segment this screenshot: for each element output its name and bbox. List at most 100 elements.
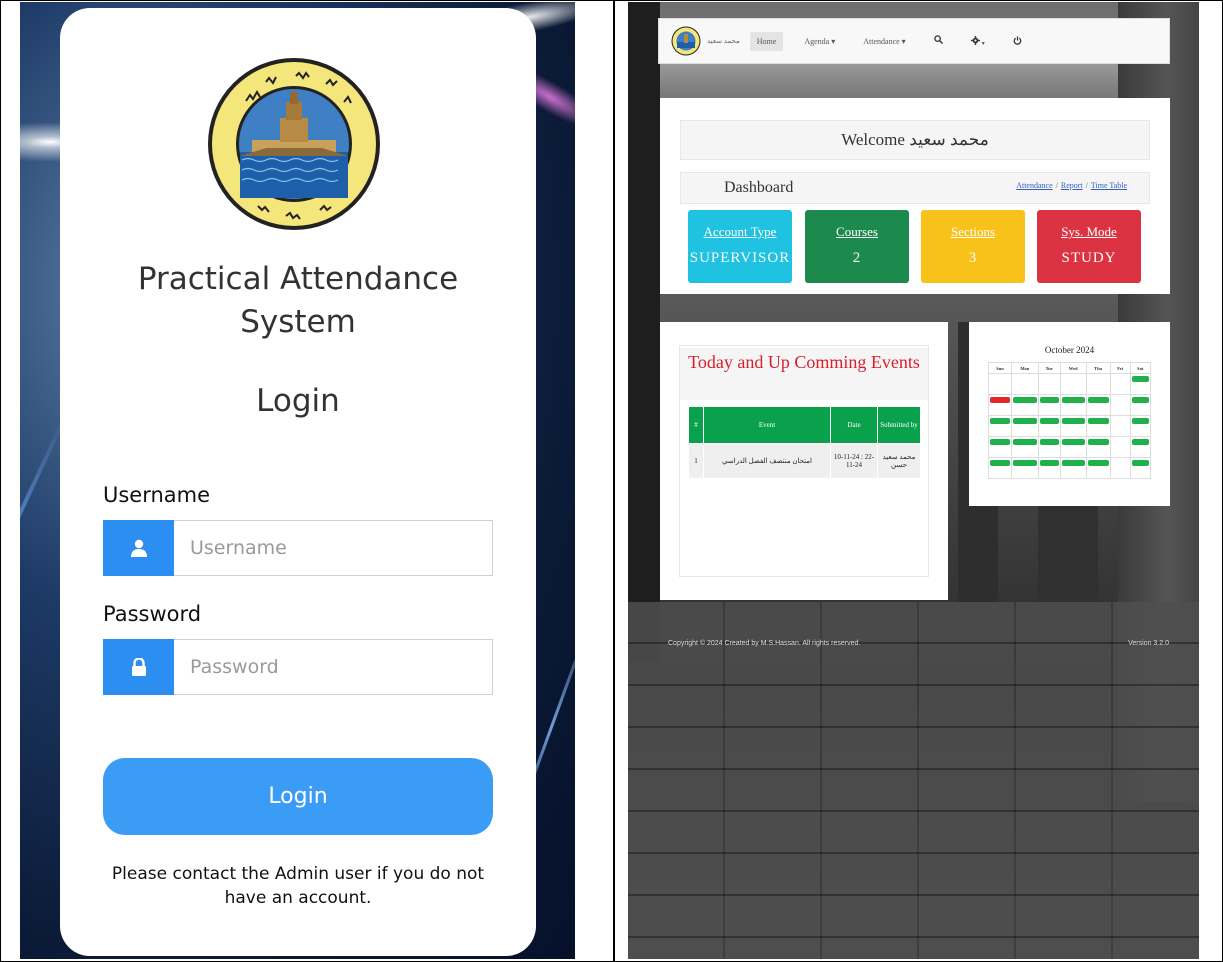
calendar-day[interactable] [1037, 373, 1061, 395]
nav-attendance[interactable]: Attendance ▾ [856, 32, 912, 51]
calendar-day[interactable] [1037, 436, 1061, 458]
username-label: Username [103, 483, 211, 507]
calendar-day[interactable] [1109, 394, 1131, 416]
calendar-day[interactable] [987, 394, 1013, 416]
calendar-day[interactable] [1059, 457, 1087, 479]
calendar-event[interactable] [1087, 439, 1109, 445]
tile-courses[interactable]: Courses 2 [805, 210, 909, 283]
calendar-day[interactable] [1085, 436, 1111, 458]
calendar-event[interactable] [1013, 418, 1037, 424]
login-button[interactable]: Login [103, 758, 493, 835]
weekday-header: Sun [987, 362, 1013, 374]
calendar-event[interactable] [1061, 439, 1085, 445]
search-icon[interactable] [927, 30, 950, 52]
cell-submitted-by: محمد سعيد حسن [877, 443, 921, 479]
nav-brand[interactable]: محمد سعيد [707, 37, 740, 45]
calendar-event[interactable] [1087, 418, 1109, 424]
breadcrumb-report[interactable]: Report [1061, 181, 1083, 190]
calendar-day[interactable] [1037, 415, 1061, 437]
weekday-header: Mon [1011, 362, 1039, 374]
calendar-day[interactable] [1109, 373, 1131, 395]
calendar-day[interactable] [1011, 394, 1039, 416]
calendar-event[interactable] [1039, 397, 1059, 403]
calendar-day[interactable] [1129, 394, 1152, 416]
calendar-event[interactable] [1013, 439, 1037, 445]
calendar-day[interactable] [987, 415, 1013, 437]
calendar-day[interactable] [1129, 373, 1152, 395]
calendar-event[interactable] [1039, 418, 1059, 424]
calendar-day[interactable] [1085, 415, 1111, 437]
calendar-event[interactable] [1039, 439, 1059, 445]
dashboard-navbar: محمد سعيد Home Agenda ▾ Attendance ▾ ▾ [658, 18, 1170, 64]
calendar-day[interactable] [987, 436, 1013, 458]
calendar-day[interactable] [1011, 457, 1039, 479]
dashboard-footer: Copyright © 2024 Created by M.S.Hassan. … [628, 634, 1199, 654]
calendar-event[interactable] [1131, 439, 1149, 445]
breadcrumb-attendance[interactable]: Attendance [1016, 181, 1052, 190]
calendar-event[interactable] [1039, 460, 1059, 466]
calendar-day[interactable] [1109, 415, 1131, 437]
username-input[interactable] [174, 520, 493, 576]
nav-logo[interactable] [671, 26, 701, 56]
table-row[interactable]: 1 امتحان منتصف الفصل الدراسي 10-11-24 : … [688, 443, 921, 479]
power-icon[interactable] [1006, 31, 1029, 52]
calendar-day[interactable] [1109, 457, 1131, 479]
calendar-day[interactable] [1085, 394, 1111, 416]
calendar-day[interactable] [1059, 394, 1087, 416]
lock-icon [103, 639, 174, 695]
calendar-event[interactable] [1061, 397, 1085, 403]
calendar-grid: Sun Mon Tue Wed Thu Fri Sat [987, 362, 1152, 479]
calendar-day[interactable] [1059, 436, 1087, 458]
calendar-event[interactable] [1131, 460, 1149, 466]
nav-agenda[interactable]: Agenda ▾ [797, 32, 842, 51]
university-logo [208, 58, 380, 230]
calendar-day[interactable] [1059, 415, 1087, 437]
cell-num: 1 [688, 443, 704, 479]
calendar-event[interactable] [1087, 397, 1109, 403]
calendar-event[interactable] [1087, 460, 1109, 466]
calendar-event[interactable] [990, 397, 1011, 403]
tile-sections[interactable]: Sections 3 [921, 210, 1025, 283]
calendar-title: October 2024 [1044, 345, 1095, 355]
calendar-event[interactable] [1013, 460, 1037, 466]
calendar-event[interactable] [990, 460, 1011, 466]
tile-value: 3 [968, 250, 978, 266]
calendar-day[interactable] [1129, 415, 1152, 437]
footer-copyright: Copyright © 2024 Created by M.S.Hassan. … [668, 640, 861, 647]
calendar-event[interactable] [1131, 418, 1149, 424]
tile-label: Sys. Mode [1061, 224, 1117, 239]
calendar-day[interactable] [987, 373, 1013, 395]
weekday-header: Fri [1109, 362, 1131, 374]
calendar-day[interactable] [987, 457, 1013, 479]
calendar-day[interactable] [1109, 436, 1131, 458]
calendar-event[interactable] [1131, 397, 1149, 403]
calendar-day[interactable] [1011, 373, 1039, 395]
calendar-day[interactable] [1059, 373, 1087, 395]
cell-event: امتحان منتصف الفصل الدراسي [703, 443, 831, 479]
calendar-day[interactable] [1037, 394, 1061, 416]
calendar-event[interactable] [1131, 376, 1149, 382]
tile-account-type[interactable]: Account Type SUPERVISOR [688, 210, 792, 283]
calendar-event[interactable] [990, 418, 1011, 424]
calendar-event[interactable] [1013, 397, 1037, 403]
gear-icon[interactable]: ▾ [964, 31, 992, 52]
calendar-event[interactable] [990, 439, 1011, 445]
calendar-day[interactable] [1011, 436, 1039, 458]
tile-value: STUDY [1061, 250, 1117, 266]
calendar-day[interactable] [1037, 457, 1061, 479]
tile-sys-mode[interactable]: Sys. Mode STUDY [1037, 210, 1141, 283]
calendar-day[interactable] [1085, 457, 1111, 479]
breadcrumb-time-table[interactable]: Time Table [1091, 181, 1127, 190]
calendar-event[interactable] [1061, 460, 1085, 466]
calendar-day[interactable] [1011, 415, 1039, 437]
dashboard-header: Dashboard Attendance / Report / Time Table [680, 172, 1150, 204]
calendar-day[interactable] [1085, 373, 1111, 395]
calendar-day[interactable] [1129, 436, 1152, 458]
column-divider [613, 0, 615, 962]
nav-home[interactable]: Home [749, 31, 784, 51]
footer-version: Version 3.2.0 [1128, 640, 1169, 647]
col-header-num: # [688, 406, 704, 444]
calendar-day[interactable] [1129, 457, 1152, 479]
password-input[interactable] [174, 639, 493, 695]
calendar-event[interactable] [1061, 418, 1085, 424]
